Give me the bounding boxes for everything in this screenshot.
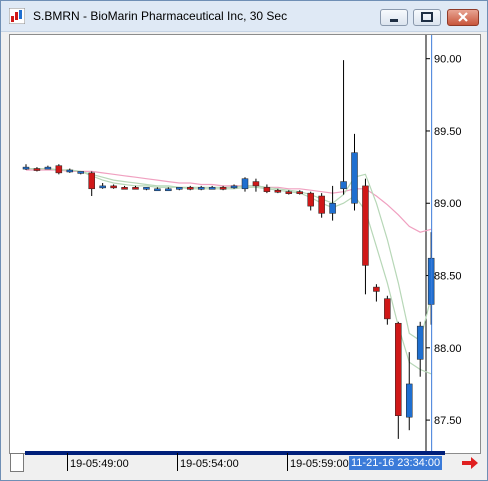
candle-down [285,191,293,194]
candle-down [252,181,260,187]
moving-average-lower [26,168,432,375]
price-tick-label: 89.00 [434,198,462,210]
chart-app-icon [9,8,25,24]
maximize-button[interactable] [413,9,441,26]
close-icon [458,12,468,22]
time-label-1: 19-05:49:00 [70,458,129,470]
candle-up [165,188,172,192]
candle-up [44,166,52,170]
candle-down [373,286,380,292]
time-tick [177,453,178,471]
candle-up [66,169,74,173]
close-button[interactable] [447,9,479,26]
candle-down [296,191,303,194]
candle-up [99,185,106,189]
candle-up [154,188,161,192]
scroll-box[interactable] [10,453,24,472]
candle-up [208,187,216,190]
candle-up [176,187,183,190]
time-tick [67,453,68,471]
right-arrow-icon[interactable] [461,455,479,471]
candle-down [121,187,128,190]
candle-up [197,187,205,190]
chart-window: S.BMRN - BioMarin Pharmaceutical Inc, 30… [0,0,488,481]
candle-down [362,185,369,266]
price-tick-label: 87.50 [434,415,462,427]
candle-down [33,168,41,171]
candlestick-chart[interactable]: 90.00 89.50 89.00 88.50 88.00 87.50 [10,35,480,453]
title-bar[interactable]: S.BMRN - BioMarin Pharmaceutical Inc, 30… [1,1,487,32]
candle-down [263,187,271,192]
candle-up [143,187,150,190]
minimize-button[interactable] [380,9,408,26]
candle-up [77,171,84,174]
candle-down [307,192,314,207]
candle-down [274,189,282,193]
time-scrollbar[interactable] [25,451,445,455]
moving-average-slow [26,169,432,233]
price-tick-label: 88.00 [434,343,462,355]
time-label-3: 19-05:59:00 [290,458,349,470]
candle-down [88,172,95,190]
price-tick-label: 88.50 [434,271,462,283]
minimize-icon [390,19,398,22]
candle-up [406,383,413,418]
time-axis: 19-05:49:00 19-05:54:00 19-05:59:00 11-2… [9,451,481,477]
chart-plot-area[interactable]: 90.00 89.50 89.00 88.50 88.00 87.50 [9,34,481,454]
candle-down [187,187,194,190]
candle-up [416,325,424,360]
candle-up [241,178,249,190]
candle-up [230,185,238,189]
cursor-time-label: 11-21-16 23:34:00 [349,456,443,470]
candle-down [395,322,402,417]
candle-up [329,202,336,214]
candle-up [340,181,347,190]
candle-down [318,195,325,214]
candle-down [55,165,63,174]
price-tick-label: 90.00 [434,54,462,66]
candle-down [110,185,117,189]
moving-average-upper [26,168,432,342]
candle-down [219,187,227,190]
candle-down [384,298,391,320]
candle-up [22,166,30,170]
time-tick [287,453,288,471]
candle-down [132,187,139,190]
candle-up [351,152,358,204]
window-title: S.BMRN - BioMarin Pharmaceutical Inc, 30… [33,9,288,23]
restore-icon [421,12,433,22]
time-label-2: 19-05:54:00 [180,458,239,470]
price-tick-label: 89.50 [434,126,462,138]
